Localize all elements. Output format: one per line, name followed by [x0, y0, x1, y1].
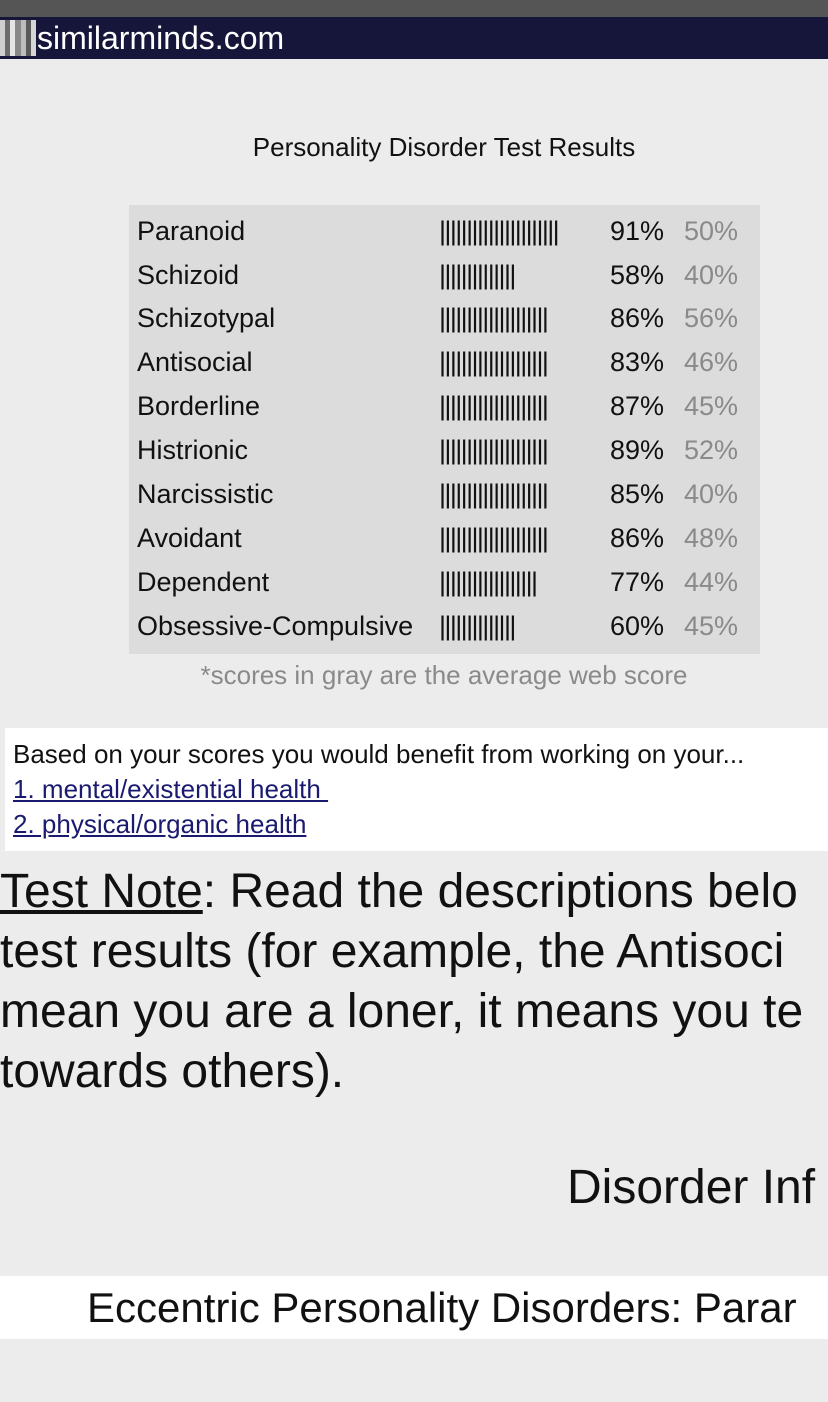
- result-row-avoidant: Avoidant |||||||||||||||||||| 86% 48%: [129, 516, 760, 560]
- average-score: 46%: [684, 347, 739, 377]
- score-bar: ||||||||||||||: [439, 611, 516, 641]
- result-row-dependent: Dependent |||||||||||||||||| 77% 44%: [129, 560, 760, 604]
- result-row-borderline: Borderline |||||||||||||||||||| 87% 45%: [129, 384, 760, 428]
- eccentric-disorders-heading: Eccentric Personality Disorders: Parar: [87, 1284, 797, 1331]
- disorder-name: Dependent: [137, 567, 270, 597]
- site-name[interactable]: similarminds.com: [37, 20, 284, 56]
- score-bar: ||||||||||||||||||||: [439, 435, 549, 465]
- user-score: 60%: [610, 611, 665, 641]
- site-logo-icon[interactable]: [0, 20, 36, 56]
- user-score: 85%: [610, 479, 665, 509]
- user-score: 77%: [610, 567, 665, 597]
- result-row-histrionic: Histrionic |||||||||||||||||||| 89% 52%: [129, 428, 760, 472]
- disorder-name: Schizotypal: [137, 303, 276, 333]
- average-score: 40%: [684, 479, 739, 509]
- average-score: 44%: [684, 567, 739, 597]
- test-note: Test Note: Read the descriptions belo te…: [0, 862, 828, 1102]
- score-bar: ||||||||||||||||||||: [439, 479, 549, 509]
- average-score: 45%: [684, 611, 739, 641]
- average-score: 52%: [684, 435, 739, 465]
- score-bar: ||||||||||||||||||||: [439, 523, 549, 553]
- average-score: 40%: [684, 260, 739, 290]
- user-score: 89%: [610, 435, 665, 465]
- result-row-narcissistic: Narcissistic |||||||||||||||||||| 85% 40…: [129, 472, 760, 516]
- average-score-footnote: *scores in gray are the average web scor…: [200, 660, 688, 690]
- test-note-label: Test Note: [0, 865, 203, 918]
- disorder-name: Paranoid: [137, 216, 246, 246]
- disorder-name: Borderline: [137, 391, 261, 421]
- user-score: 86%: [610, 303, 665, 333]
- user-score: 58%: [610, 260, 665, 290]
- test-note-text-line: mean you are a loner, it means you te: [0, 985, 804, 1038]
- test-note-text-line: towards others).: [0, 1045, 345, 1098]
- advice-box: Based on your scores you would benefit f…: [5, 728, 828, 851]
- result-row-schizotypal: Schizotypal |||||||||||||||||||| 86% 56%: [129, 296, 760, 340]
- score-bar: ||||||||||||||||||||: [439, 303, 549, 333]
- average-score: 48%: [684, 523, 739, 553]
- average-score: 45%: [684, 391, 739, 421]
- test-note-text-line: test results (for example, the Antisoci: [0, 925, 785, 978]
- result-row-antisocial: Antisocial |||||||||||||||||||| 83% 46%: [129, 340, 760, 384]
- advice-intro: Based on your scores you would benefit f…: [13, 739, 745, 769]
- disorder-name: Obsessive-Compulsive: [137, 611, 414, 641]
- disorder-info-heading: Disorder Inf: [567, 1161, 816, 1214]
- disorder-name: Antisocial: [137, 347, 253, 377]
- disorder-name: Narcissistic: [137, 479, 274, 509]
- eccentric-disorders-section: Eccentric Personality Disorders: Parar: [0, 1276, 828, 1339]
- browser-top-strip: [0, 0, 828, 17]
- result-row-obsessive-compulsive: Obsessive-Compulsive |||||||||||||| 60% …: [129, 604, 760, 648]
- result-row-paranoid: Paranoid |||||||||||||||||||||| 91% 50%: [129, 209, 760, 253]
- average-score: 56%: [684, 303, 739, 333]
- disorder-name: Histrionic: [137, 435, 249, 465]
- average-score: 50%: [684, 216, 739, 246]
- site-header: similarminds.com: [0, 17, 828, 59]
- score-bar: ||||||||||||||||||: [439, 567, 538, 597]
- physical-health-link[interactable]: 2. physical/organic health: [13, 806, 306, 842]
- results-title: Personality Disorder Test Results: [252, 132, 636, 162]
- results-table: Paranoid |||||||||||||||||||||| 91% 50% …: [129, 205, 760, 654]
- score-bar: ||||||||||||||||||||: [439, 347, 549, 377]
- user-score: 91%: [610, 216, 665, 246]
- disorder-name: Avoidant: [137, 523, 242, 553]
- test-note-text-line: : Read the descriptions belo: [202, 865, 798, 918]
- user-score: 87%: [610, 391, 665, 421]
- score-bar: ||||||||||||||||||||||: [439, 216, 560, 246]
- mental-health-link[interactable]: 1. mental/existential health: [13, 771, 328, 807]
- disorder-name: Schizoid: [137, 260, 240, 290]
- result-row-schizoid: Schizoid |||||||||||||| 58% 40%: [129, 253, 760, 297]
- user-score: 86%: [610, 523, 665, 553]
- score-bar: ||||||||||||||||||||: [439, 391, 549, 421]
- user-score: 83%: [610, 347, 665, 377]
- score-bar: ||||||||||||||: [439, 260, 516, 290]
